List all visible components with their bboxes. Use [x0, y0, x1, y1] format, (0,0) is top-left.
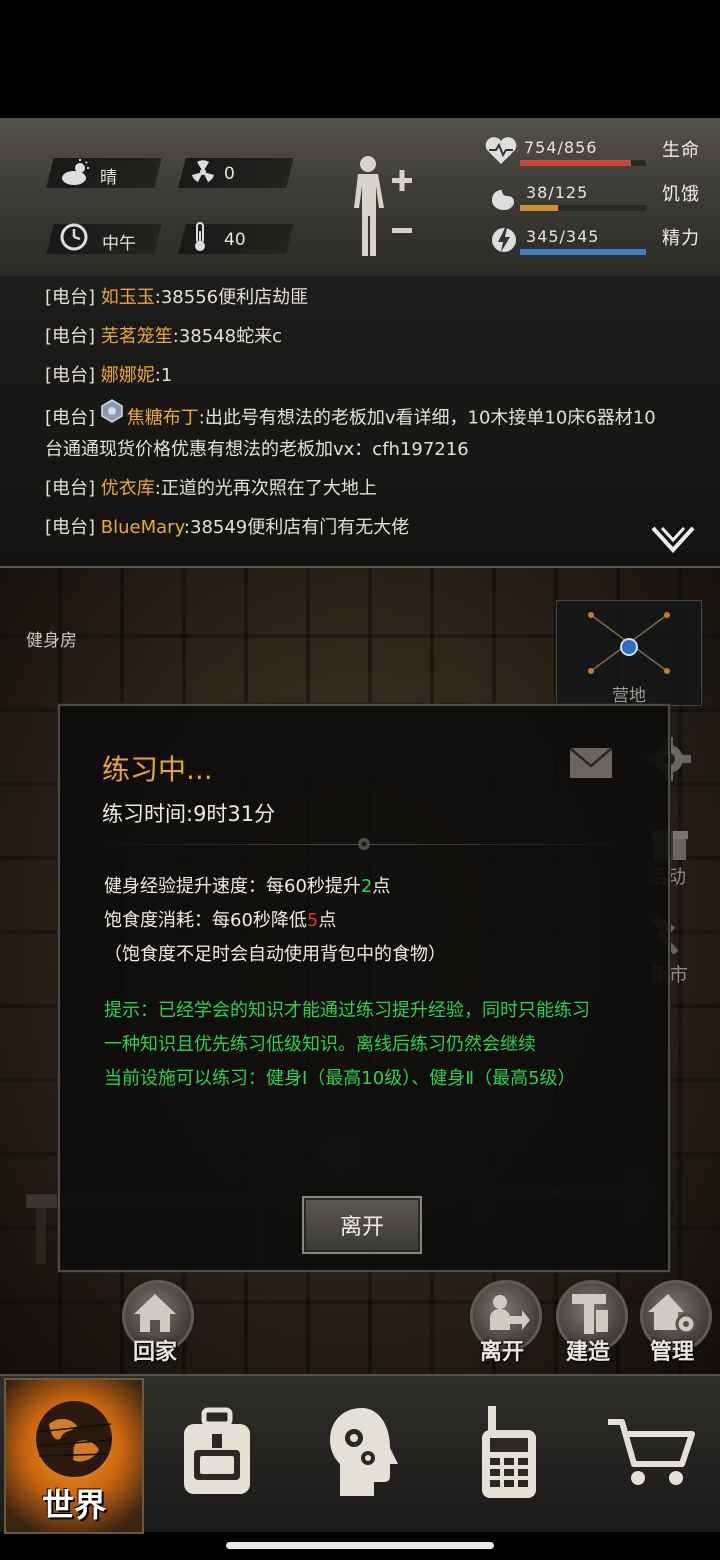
thermometer-icon: [192, 221, 208, 257]
weather-icon: [60, 159, 92, 191]
hunger-value: 38/125: [526, 183, 589, 202]
nav-world-tab[interactable]: 世界: [4, 1378, 144, 1534]
heart-icon: [484, 136, 518, 170]
manage-label[interactable]: 管理: [650, 1334, 694, 1366]
globe-icon: [36, 1401, 112, 1477]
chat-message: :38549便利店有门有无大佬: [183, 517, 410, 538]
time-of-day-label: 中午: [102, 234, 136, 254]
radio-chat[interactable]: [电台] 如玉玉:38556便利店劫匪 [电台] 芜茗笼笙:38548蛇来c […: [0, 276, 720, 568]
hunger-rate-suffix: 点: [318, 910, 337, 931]
life-value: 754/856: [524, 138, 598, 157]
map-position-marker: [620, 638, 638, 656]
chat-message: :38556便利店劫匪: [154, 287, 309, 308]
chat-username[interactable]: 优衣库: [101, 478, 155, 499]
vip-badge-icon: [101, 399, 123, 434]
life-label: 生命: [662, 140, 700, 161]
location-label: 健身房: [26, 631, 77, 651]
chat-tag: [电台]: [45, 478, 96, 499]
chat-username[interactable]: 焦糖布丁: [127, 408, 199, 429]
chat-line: [电台] 芜茗笼笙:38548蛇来c: [45, 321, 700, 353]
chat-line-continued: 台通通现货价格优惠有想法的老板加vx：cfh197216: [45, 434, 700, 466]
radiation-icon: [190, 159, 216, 189]
energy-icon: [490, 224, 518, 260]
practice-dialog: 练习中... 练习时间:9时31分 健身经验提升速度：每60秒提升2点 饱食度消…: [58, 704, 670, 1272]
chat-line: [电台] 如玉玉:38556便利店劫匪: [45, 282, 700, 314]
chat-line: [电台] BlueMary:38549便利店有门有无大佬: [45, 512, 700, 544]
exp-rate-value: 2: [360, 876, 373, 897]
body-status-button[interactable]: [346, 154, 418, 262]
hunger-rate-value: 5: [306, 910, 319, 931]
clock-icon: [60, 223, 88, 255]
nav-skills-button[interactable]: [326, 1404, 398, 1504]
chat-username[interactable]: 芜茗笼笙: [101, 326, 173, 347]
energy-value: 345/345: [526, 227, 600, 246]
chat-line: [电台] 优衣库:正道的光再次照在了大地上: [45, 473, 700, 505]
expand-chat-chevron-icon[interactable]: [650, 524, 696, 560]
auto-food-note: （饱食度不足时会自动使用背包中的食物）: [104, 944, 446, 965]
tip-line-1: 提示：已经学会的知识才能通过练习提升经验，同时只能练习: [104, 1000, 590, 1021]
chat-username[interactable]: 如玉玉: [101, 287, 155, 308]
nav-world-label[interactable]: 世界: [6, 1480, 142, 1526]
hunger-label: 饥饿: [662, 184, 700, 205]
backpack-icon: [184, 1407, 250, 1494]
energy-label: 精力: [662, 228, 700, 249]
head-gears-icon: [330, 1408, 398, 1496]
chat-username[interactable]: 娜娜妮: [101, 365, 155, 386]
exp-rate-prefix: 健身经验提升速度：每60秒提升: [104, 876, 361, 897]
chat-message: :38548蛇来c: [172, 326, 283, 347]
divider-ornament-icon: [354, 836, 374, 856]
chat-username[interactable]: BlueMary: [101, 517, 184, 538]
nav-radio-button[interactable]: [478, 1404, 540, 1506]
build-label[interactable]: 建造: [566, 1334, 610, 1366]
chat-message: :1: [154, 365, 173, 386]
chat-tag: [电台]: [45, 287, 96, 308]
energy-bar: [520, 249, 646, 255]
walkie-talkie-icon: [482, 1406, 536, 1498]
chat-tag: [电台]: [45, 517, 96, 538]
home-label[interactable]: 回家: [133, 1334, 177, 1366]
practice-time: 练习时间:9时31分: [102, 802, 276, 826]
chat-message: :出此号有想法的老板加v看详细，10木接单10床6器材10: [198, 407, 656, 429]
body-figure-icon: [354, 156, 384, 256]
chat-tag: [电台]: [45, 326, 96, 347]
chat-tag: [电台]: [45, 365, 96, 386]
minimap-label: 营地: [612, 686, 646, 706]
status-panel: 晴 0 中午 40 754/856 生命 38/125 饥饿 345/345 精…: [0, 118, 720, 278]
chat-message: :正道的光再次照在了大地上: [154, 478, 377, 499]
minimap[interactable]: 营地: [556, 600, 702, 706]
chat-line: [电台] 焦糖布丁:出此号有想法的老板加v看详细，10木接单10床6器材10: [45, 399, 700, 438]
life-bar-fill: [520, 160, 631, 166]
nav-backpack-button[interactable]: [176, 1406, 258, 1502]
weather-label: 晴: [100, 168, 117, 188]
nav-shop-button[interactable]: [606, 1416, 696, 1494]
stomach-icon: [490, 180, 518, 216]
hunger-bar-fill: [520, 205, 559, 211]
hunger-rate-line: 饱食度消耗：每60秒降低5点: [104, 906, 336, 932]
shopping-cart-icon: [608, 1419, 695, 1485]
temperature-value: 40: [224, 230, 246, 250]
mail-envelope-icon[interactable]: [568, 746, 614, 784]
leave-action-label[interactable]: 离开: [480, 1334, 524, 1366]
energy-bar-fill: [520, 249, 646, 255]
radiation-value: 0: [224, 164, 235, 184]
hunger-bar: [520, 205, 646, 211]
exp-rate-suffix: 点: [372, 876, 391, 897]
chat-message: 台通通现货价格优惠有想法的老板加vx：cfh197216: [45, 439, 469, 460]
tip-line-3: 当前设施可以练习：健身Ⅰ（最高10级）、健身Ⅱ（最高5级）: [104, 1068, 576, 1089]
tip-line-2: 一种知识且优先练习低级知识。离线后练习仍然会继续: [104, 1034, 536, 1055]
plus-minus-icon: [392, 170, 412, 233]
leave-button[interactable]: 离开: [302, 1196, 422, 1254]
chat-line: [电台] 娜娜妮:1: [45, 360, 700, 392]
home-indicator[interactable]: [226, 1542, 494, 1549]
exp-rate-line: 健身经验提升速度：每60秒提升2点: [104, 872, 390, 898]
chat-tag: [电台]: [45, 407, 96, 429]
hunger-rate-prefix: 饱食度消耗：每60秒降低: [104, 910, 307, 931]
bottom-nav: 世界: [0, 1374, 720, 1534]
dialog-title: 练习中...: [102, 753, 213, 786]
life-bar: [520, 160, 646, 166]
